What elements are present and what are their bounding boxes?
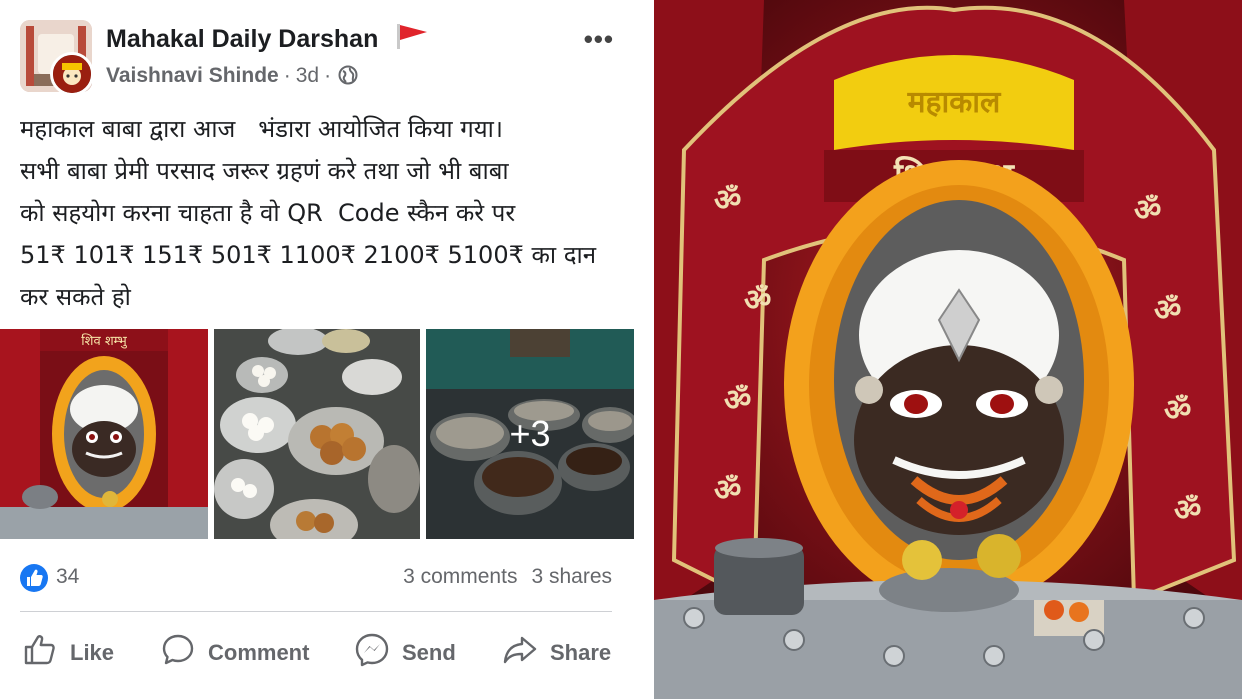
more-options-icon[interactable]: ••• xyxy=(584,24,614,55)
meta-separator: · xyxy=(283,64,291,87)
reactions-bar: 34 3 comments 3 shares xyxy=(20,561,612,597)
post-actions: Like Comment Send Share xyxy=(0,624,650,682)
like-button[interactable]: Like xyxy=(22,632,114,674)
thumbs-up-icon xyxy=(22,632,70,674)
om-symbol: ॐ xyxy=(714,473,741,508)
gallery-photo-food[interactable] xyxy=(214,329,420,539)
om-symbol: ॐ xyxy=(1174,493,1201,528)
send-button[interactable]: Send xyxy=(354,632,456,674)
om-symbol: ॐ xyxy=(724,383,751,418)
meta-separator: · xyxy=(324,64,332,87)
reaction-count[interactable]: 34 xyxy=(56,565,79,589)
photo-gallery: शिव शम्भु +3 xyxy=(0,329,634,539)
messenger-icon xyxy=(354,632,402,674)
om-symbol: ॐ xyxy=(1154,293,1181,328)
user-avatar[interactable] xyxy=(50,52,94,96)
avatar-group[interactable] xyxy=(20,20,94,96)
page-name[interactable]: Mahakal Daily Darshan xyxy=(106,22,429,57)
om-symbol: ॐ xyxy=(1164,393,1191,428)
post-time[interactable]: 3d xyxy=(296,64,319,87)
cloth-top-text: महाकाल xyxy=(907,85,1002,120)
globe-icon xyxy=(338,65,358,85)
share-arrow-icon xyxy=(502,632,550,674)
page-name-text[interactable]: Mahakal Daily Darshan xyxy=(106,25,378,53)
om-symbol: ॐ xyxy=(714,183,741,218)
send-label: Send xyxy=(402,640,456,665)
comment-icon xyxy=(160,632,208,674)
facebook-post: Mahakal Daily Darshan Vaishnavi Shinde · 3… xyxy=(0,0,650,699)
post-header: Mahakal Daily Darshan Vaishnavi Shinde · 3… xyxy=(20,18,630,96)
like-reaction-icon[interactable] xyxy=(20,564,48,592)
gallery-photo-deity[interactable]: शिव शम्भु xyxy=(0,329,208,539)
actions-divider xyxy=(20,611,612,612)
comment-button[interactable]: Comment xyxy=(160,632,309,674)
thumb-cloth-text: शिव शम्भु xyxy=(81,333,127,349)
comment-count[interactable]: 3 comments xyxy=(403,565,517,588)
comment-label: Comment xyxy=(208,640,310,665)
post-body-text: महाकाल बाबा द्वारा आज भंडारा आयोजित किया… xyxy=(20,115,597,311)
flag-icon xyxy=(395,22,429,57)
like-label: Like xyxy=(70,640,115,665)
engagement-counts: 3 comments 3 shares xyxy=(403,565,612,589)
post-meta: Vaishnavi Shinde · 3d · xyxy=(106,64,358,88)
author-name[interactable]: Vaishnavi Shinde xyxy=(106,64,279,87)
gallery-photo-more[interactable]: +3 xyxy=(426,329,634,539)
share-count[interactable]: 3 shares xyxy=(531,565,612,588)
more-photos-count[interactable]: +3 xyxy=(426,329,634,539)
deity-photo: ॐॐॐ ॐॐॐ ॐॐ महाकाल शिव शम्भु xyxy=(654,0,1242,699)
share-label: Share xyxy=(550,640,612,665)
om-symbol: ॐ xyxy=(1134,193,1161,228)
om-symbol: ॐ xyxy=(744,283,771,318)
share-button[interactable]: Share xyxy=(502,632,611,674)
